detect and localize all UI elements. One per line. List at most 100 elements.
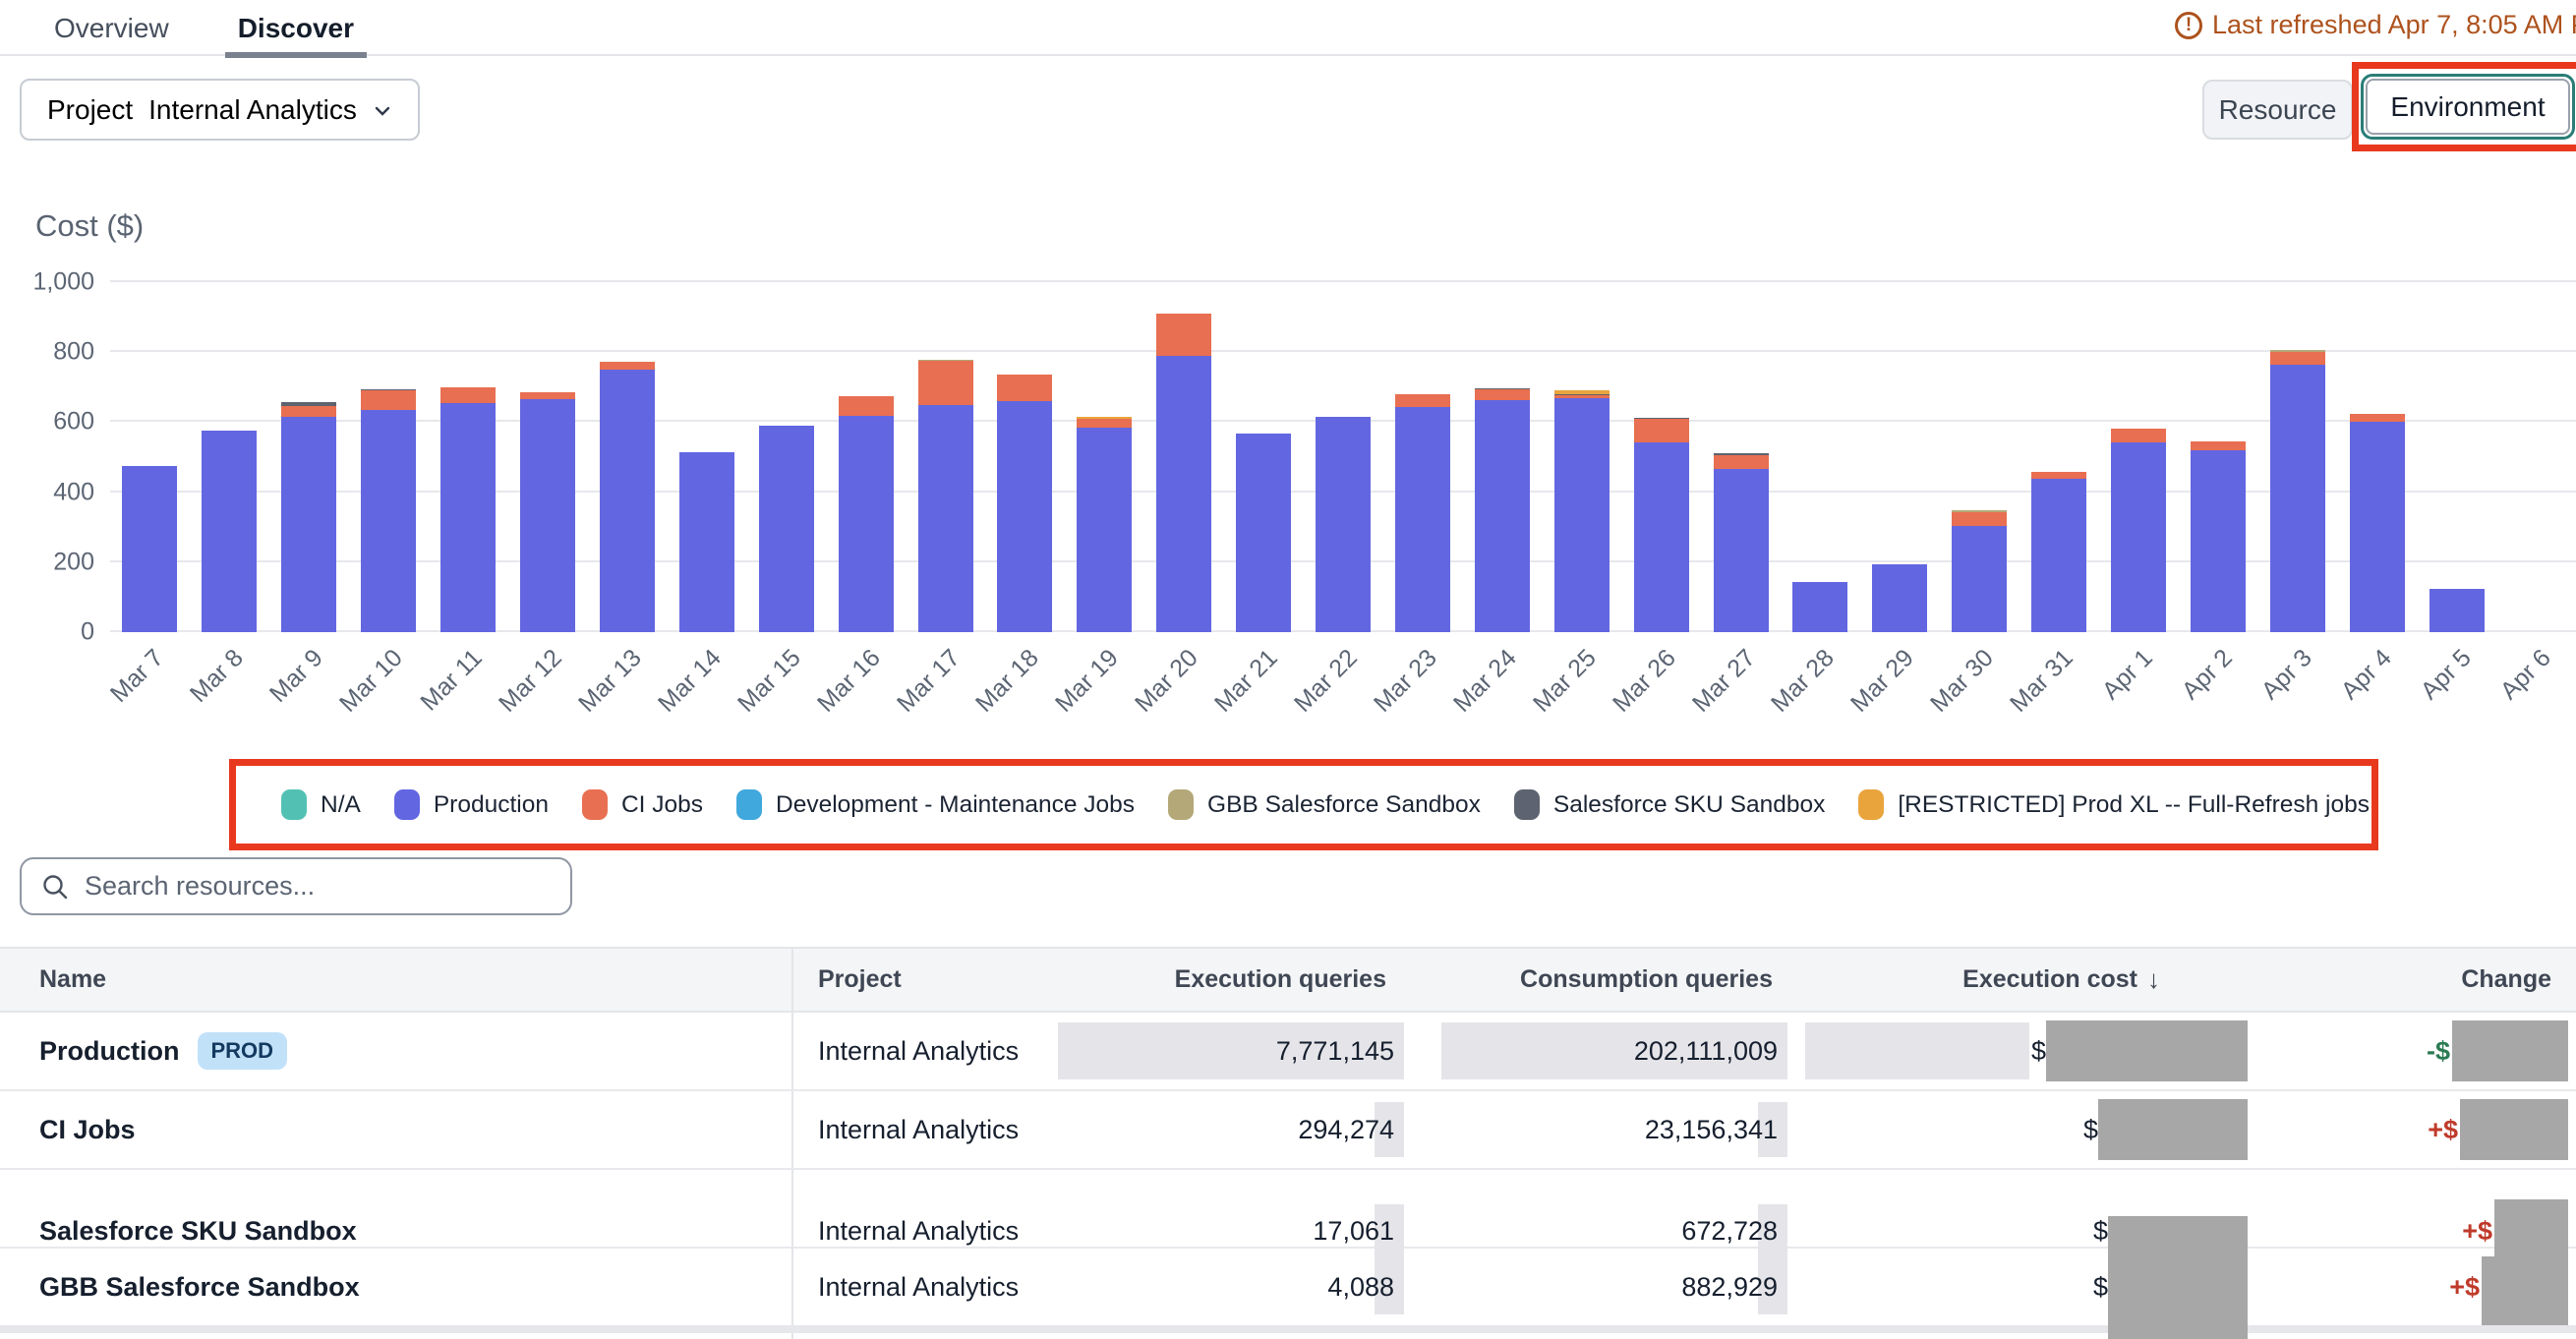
bar-segment[interactable]: [839, 396, 894, 417]
table-row[interactable]: ProductionPRODInternal Analytics7,771,14…: [0, 1013, 2576, 1091]
stacked-bar[interactable]: [202, 431, 257, 632]
stacked-bar[interactable]: [122, 466, 177, 632]
stacked-bar[interactable]: [2031, 472, 2086, 632]
bar-segment[interactable]: [1475, 389, 1530, 400]
bar-segment[interactable]: [2031, 479, 2086, 632]
bar-segment[interactable]: [2111, 429, 2166, 442]
bar-segment[interactable]: [1634, 419, 1689, 442]
stacked-bar[interactable]: [361, 389, 416, 632]
project-filter-dropdown[interactable]: Project Internal Analytics: [20, 79, 420, 141]
stacked-bar[interactable]: [2350, 414, 2405, 632]
bar-segment[interactable]: [520, 392, 575, 399]
column-header-change[interactable]: Change: [2259, 965, 2576, 994]
legend-item[interactable]: Development - Maintenance Jobs: [736, 789, 1135, 820]
bar-segment[interactable]: [1952, 526, 2007, 632]
tab-discover[interactable]: Discover: [238, 0, 354, 56]
stacked-bar[interactable]: [2430, 589, 2485, 632]
bar-segment[interactable]: [759, 426, 814, 632]
table-row[interactable]: CI JobsInternal Analytics294,27423,156,3…: [0, 1091, 2576, 1170]
legend-item[interactable]: N/A: [281, 789, 361, 820]
stacked-bar[interactable]: [1634, 418, 1689, 632]
tab-overview[interactable]: Overview: [54, 0, 169, 56]
bar-segment[interactable]: [1077, 428, 1132, 632]
bar-segment[interactable]: [997, 375, 1052, 401]
stacked-bar[interactable]: [679, 452, 734, 632]
bar-segment[interactable]: [2031, 472, 2086, 479]
legend-item[interactable]: GBB Salesforce Sandbox: [1168, 789, 1481, 820]
table-row[interactable]: Salesforce SKU SandboxInternal Analytics…: [0, 1170, 2576, 1249]
stacked-bar[interactable]: [1236, 434, 1291, 632]
stacked-bar[interactable]: [520, 392, 575, 632]
stacked-bar[interactable]: [1554, 390, 1610, 632]
bar-segment[interactable]: [2430, 589, 2485, 632]
column-header-project[interactable]: Project: [791, 949, 1111, 1011]
bar-segment[interactable]: [1872, 564, 1927, 632]
stacked-bar[interactable]: [1395, 394, 1450, 632]
bar-segment[interactable]: [1554, 398, 1610, 632]
bar-segment[interactable]: [281, 417, 336, 632]
column-header-consumption-queries[interactable]: Consumption queries: [1394, 965, 1778, 994]
bar-segment[interactable]: [600, 362, 655, 370]
legend-item[interactable]: Salesforce SKU Sandbox: [1514, 789, 1825, 820]
stacked-bar[interactable]: [1872, 564, 1927, 632]
bar-segment[interactable]: [122, 466, 177, 632]
stacked-bar[interactable]: [440, 387, 496, 632]
bar-segment[interactable]: [1395, 394, 1450, 407]
column-header-execution-cost[interactable]: Execution cost ↓: [1778, 964, 2259, 995]
stacked-bar[interactable]: [759, 426, 814, 632]
bar-segment[interactable]: [1714, 455, 1769, 470]
bar-segment[interactable]: [281, 406, 336, 417]
bar-segment[interactable]: [1236, 434, 1291, 632]
bar-segment[interactable]: [440, 403, 496, 632]
stacked-bar[interactable]: [1077, 417, 1132, 632]
stacked-bar[interactable]: [918, 360, 973, 632]
column-header-execution-queries[interactable]: Execution queries: [1111, 965, 1394, 994]
bar-segment[interactable]: [2191, 441, 2246, 450]
stacked-bar[interactable]: [1792, 582, 1847, 632]
stacked-bar[interactable]: [281, 402, 336, 632]
stacked-bar[interactable]: [600, 362, 655, 632]
bar-segment[interactable]: [1395, 407, 1450, 632]
column-header-name[interactable]: Name: [0, 965, 791, 994]
stacked-bar[interactable]: [2191, 441, 2246, 632]
group-by-environment-button[interactable]: Environment: [2366, 79, 2570, 135]
bar-segment[interactable]: [997, 401, 1052, 632]
legend-item[interactable]: CI Jobs: [582, 789, 703, 820]
bar-segment[interactable]: [1792, 582, 1847, 632]
bar-segment[interactable]: [839, 416, 894, 632]
stacked-bar[interactable]: [2270, 350, 2325, 632]
bar-segment[interactable]: [520, 399, 575, 632]
bar-segment[interactable]: [600, 370, 655, 632]
stacked-bar[interactable]: [2111, 429, 2166, 632]
bar-segment[interactable]: [2350, 422, 2405, 632]
bar-segment[interactable]: [1156, 356, 1211, 632]
bar-segment[interactable]: [1634, 442, 1689, 632]
stacked-bar[interactable]: [839, 396, 894, 632]
bar-segment[interactable]: [2111, 442, 2166, 632]
stacked-bar[interactable]: [1952, 510, 2007, 632]
bar-segment[interactable]: [679, 452, 734, 632]
search-box[interactable]: [20, 857, 572, 915]
bar-segment[interactable]: [361, 410, 416, 632]
bar-segment[interactable]: [2270, 352, 2325, 366]
bar-segment[interactable]: [1077, 419, 1132, 428]
group-by-resource-button[interactable]: Resource: [2202, 80, 2353, 140]
bar-segment[interactable]: [918, 361, 973, 405]
bar-segment[interactable]: [2270, 365, 2325, 632]
stacked-bar[interactable]: [1475, 388, 1530, 632]
bar-segment[interactable]: [1316, 417, 1371, 632]
bar-segment[interactable]: [361, 390, 416, 410]
stacked-bar[interactable]: [1714, 453, 1769, 632]
legend-item[interactable]: [RESTRICTED] Prod XL -- Full-Refresh job…: [1858, 789, 2370, 820]
bar-segment[interactable]: [1156, 314, 1211, 356]
bar-segment[interactable]: [1475, 400, 1530, 632]
bar-segment[interactable]: [440, 387, 496, 403]
stacked-bar[interactable]: [1156, 314, 1211, 632]
search-input[interactable]: [85, 871, 551, 902]
bar-segment[interactable]: [1714, 469, 1769, 632]
legend-item[interactable]: Production: [394, 789, 549, 820]
bar-segment[interactable]: [2350, 414, 2405, 423]
stacked-bar[interactable]: [997, 375, 1052, 632]
stacked-bar[interactable]: [1316, 417, 1371, 632]
bar-segment[interactable]: [2191, 450, 2246, 632]
